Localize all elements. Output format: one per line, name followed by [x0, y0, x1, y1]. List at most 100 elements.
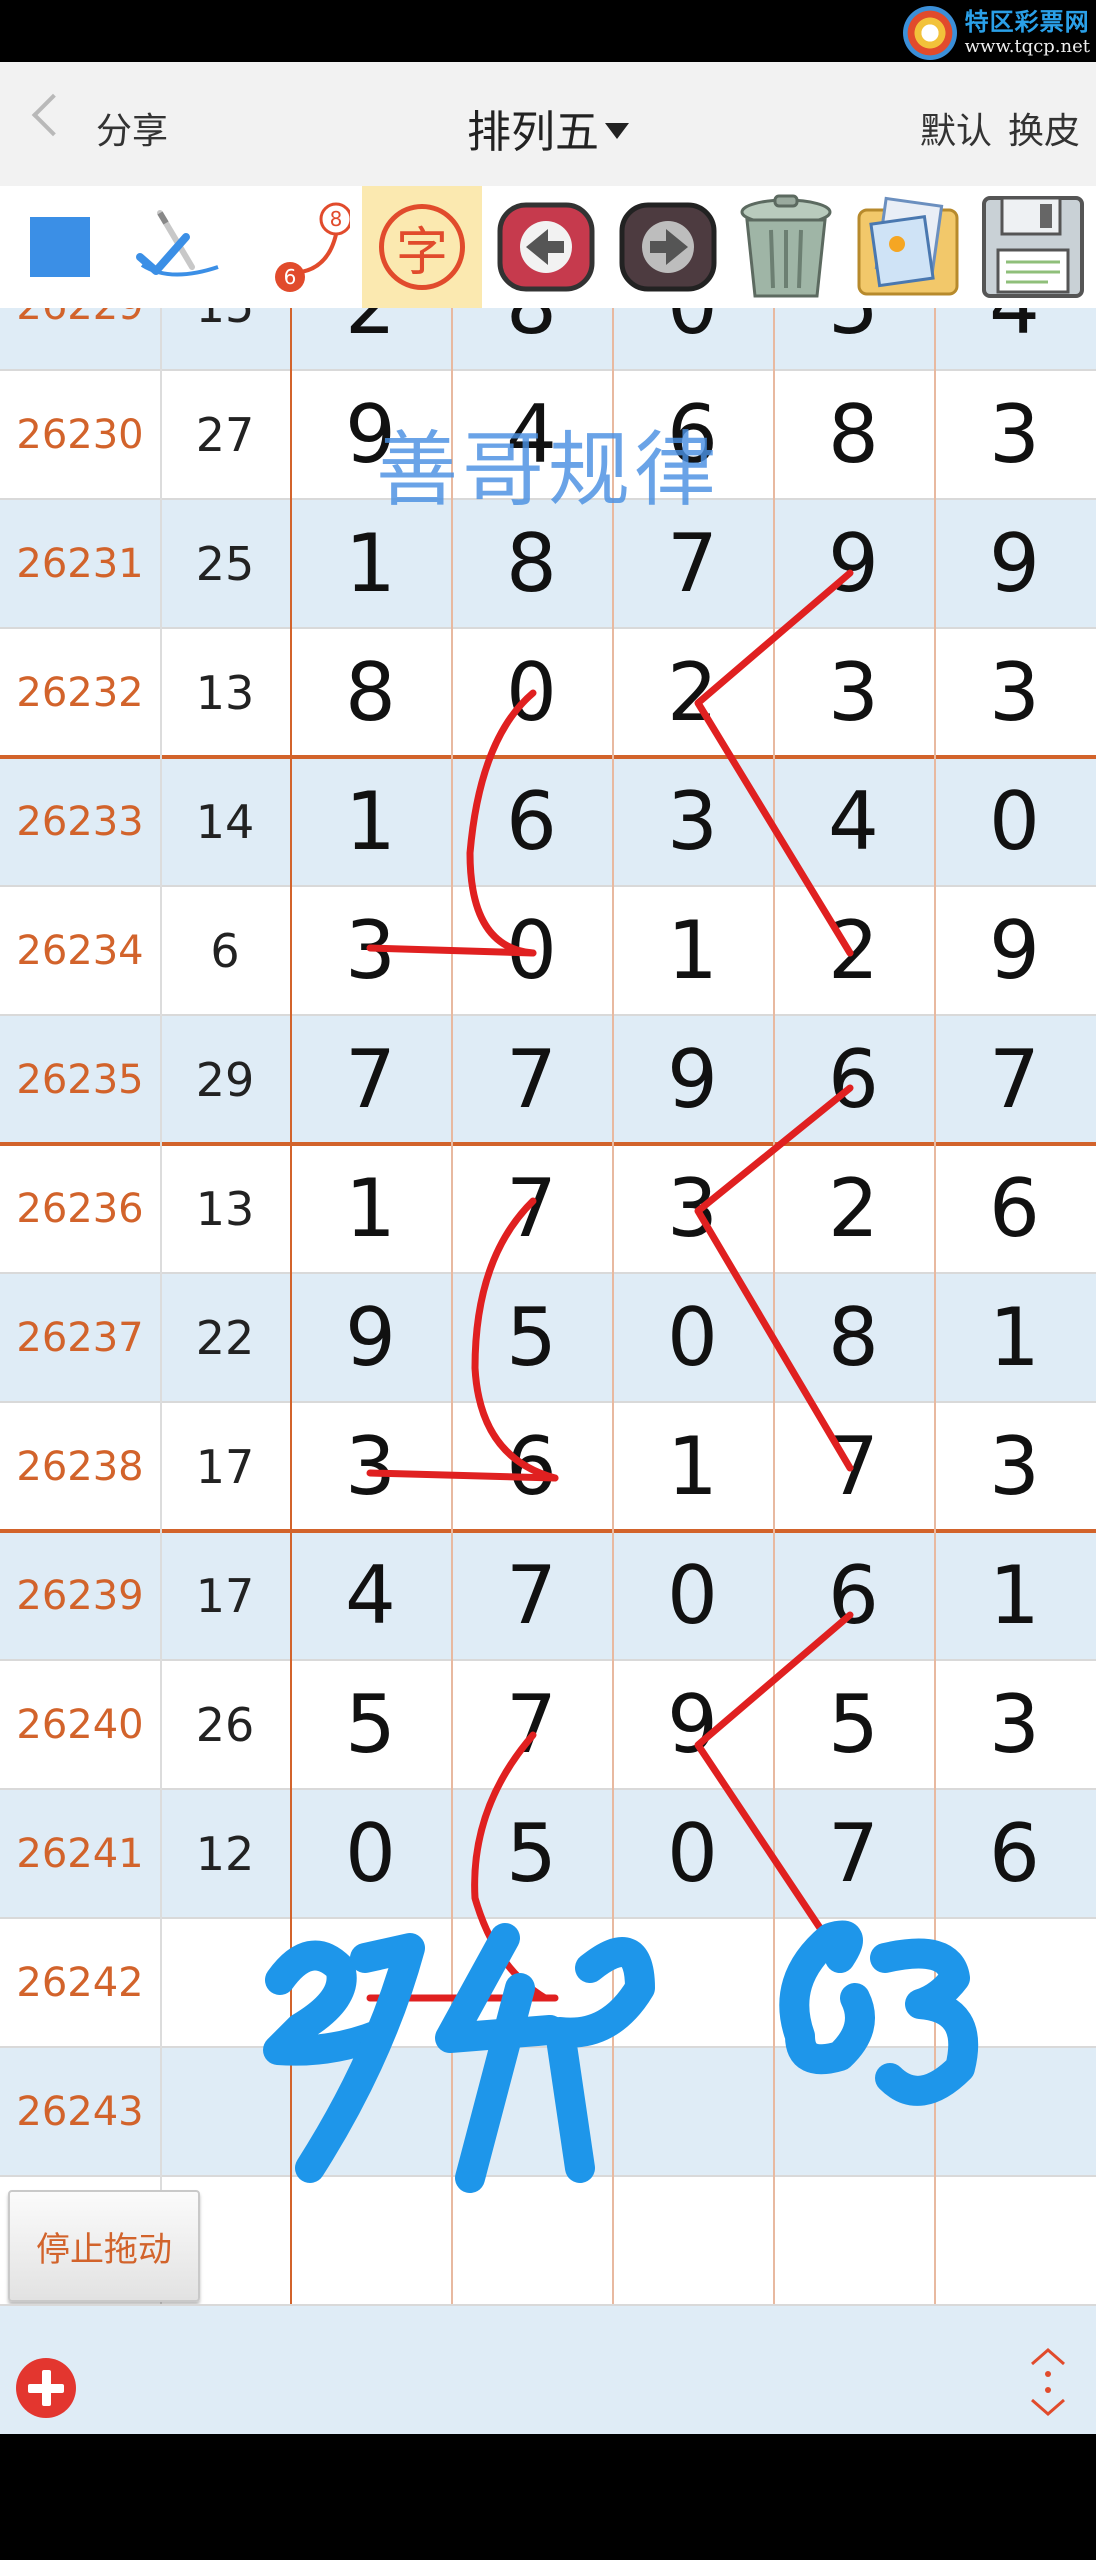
digit-cell[interactable]: 0 — [612, 1531, 773, 1660]
digit-cell[interactable]: 0 — [451, 886, 612, 1015]
group-separator — [0, 755, 1096, 759]
issue-number: 26241 — [16, 1830, 144, 1877]
character-tool[interactable]: 字 — [362, 186, 482, 308]
digit-cell[interactable]: 7 — [773, 1402, 934, 1531]
digit-cell[interactable]: 6 — [451, 1402, 612, 1531]
sum-value — [160, 1918, 290, 2047]
row-divider — [0, 1014, 1096, 1016]
digit-cell[interactable]: 2 — [290, 308, 451, 370]
digit-cell[interactable] — [934, 1918, 1095, 2047]
digit-cell[interactable]: 6 — [773, 1531, 934, 1660]
save-button[interactable] — [970, 186, 1096, 308]
digit-cell[interactable]: 7 — [773, 1789, 934, 1918]
digit-cell[interactable]: 9 — [934, 886, 1095, 1015]
column-divider — [290, 308, 292, 2304]
stop-drag-button[interactable]: 停止拖动 — [8, 2190, 200, 2302]
digit-cell[interactable]: 4 — [934, 308, 1095, 370]
digit-cell[interactable]: 7 — [290, 1015, 451, 1144]
digit-cell[interactable]: 5 — [451, 1273, 612, 1402]
digit-cell[interactable]: 3 — [934, 1660, 1095, 1789]
digit-cell[interactable]: 3 — [290, 1402, 451, 1531]
digit-cell[interactable]: 4 — [773, 757, 934, 886]
digit-cell[interactable]: 1 — [612, 1402, 773, 1531]
digit-cell[interactable]: 3 — [612, 1144, 773, 1273]
add-icon[interactable] — [16, 2358, 76, 2418]
digit-cell[interactable]: 9 — [290, 1273, 451, 1402]
digit-cell[interactable] — [451, 1918, 612, 2047]
sum-value: 22 — [195, 1310, 255, 1365]
issue-number: 26229 — [0, 308, 160, 370]
digit-cell[interactable]: 4 — [290, 1531, 451, 1660]
digit-cell[interactable]: 0 — [612, 308, 773, 370]
digit-cell[interactable]: 9 — [612, 1015, 773, 1144]
digit-cell[interactable] — [290, 2047, 451, 2176]
issue-number: 26235 — [16, 1056, 144, 1103]
digit-cell[interactable]: 7 — [451, 1531, 612, 1660]
change-skin-button[interactable]: 换皮 — [1008, 102, 1080, 154]
digit-cell[interactable]: 9 — [612, 1660, 773, 1789]
draw-chart-grid[interactable]: 2622915280542623027946832623125187992623… — [0, 308, 1096, 2304]
digit-cell[interactable]: 8 — [290, 628, 451, 757]
digit-cell[interactable]: 3 — [612, 757, 773, 886]
digit-cell[interactable]: 6 — [773, 1015, 934, 1144]
digit-cell[interactable]: 3 — [934, 1402, 1095, 1531]
digit-cell[interactable]: 2 — [773, 1144, 934, 1273]
expand-vertical-icon[interactable] — [1026, 2346, 1070, 2418]
digit-cell[interactable]: 0 — [290, 1789, 451, 1918]
svg-text:8: 8 — [330, 207, 343, 231]
route-tool[interactable]: 8 6 — [240, 186, 360, 308]
digit-cell[interactable]: 7 — [451, 1144, 612, 1273]
digit-cell[interactable]: 5 — [773, 308, 934, 370]
digit-cell[interactable]: 6 — [934, 1144, 1095, 1273]
image-button[interactable] — [846, 186, 970, 308]
digit-cell[interactable] — [773, 2047, 934, 2176]
digit-cell[interactable]: 1 — [934, 1273, 1095, 1402]
route-icon: 8 6 — [275, 202, 350, 292]
digit-cell[interactable]: 2 — [773, 886, 934, 1015]
digit-cell[interactable] — [612, 1918, 773, 2047]
digit-cell[interactable]: 1 — [290, 1144, 451, 1273]
digit-cell[interactable] — [612, 2047, 773, 2176]
digit-cell[interactable]: 3 — [773, 628, 934, 757]
color-square-tool[interactable] — [0, 186, 120, 308]
digit-cell[interactable]: 5 — [451, 1789, 612, 1918]
digit-cell[interactable]: 0 — [612, 1789, 773, 1918]
digit-cell[interactable]: 5 — [290, 1660, 451, 1789]
sum-value: 6 — [210, 923, 240, 978]
digit-cell[interactable]: 2 — [612, 628, 773, 757]
digit-cell[interactable] — [934, 2047, 1095, 2176]
digit-cell[interactable]: 5 — [773, 1660, 934, 1789]
digit-cell[interactable] — [290, 1918, 451, 2047]
digit-cell[interactable]: 1 — [290, 757, 451, 886]
digit-cell[interactable]: 0 — [612, 1273, 773, 1402]
undo-button[interactable] — [486, 186, 606, 308]
digit-cell[interactable]: 7 — [451, 1015, 612, 1144]
digit-cell[interactable]: 8 — [773, 1273, 934, 1402]
digit-cell[interactable]: 8 — [451, 308, 612, 370]
digit-cell[interactable]: 6 — [451, 757, 612, 886]
digit-cell[interactable]: 6 — [934, 1789, 1095, 1918]
digit-cell[interactable]: 7 — [934, 1015, 1095, 1144]
row-divider — [0, 627, 1096, 629]
digit-cell[interactable] — [451, 2047, 612, 2176]
digit-cell[interactable]: 1 — [934, 1531, 1095, 1660]
group-separator — [0, 1142, 1096, 1146]
redo-button[interactable] — [608, 186, 728, 308]
digit-cell[interactable]: 3 — [290, 886, 451, 1015]
default-skin-button[interactable]: 默认 — [920, 102, 992, 154]
column-divider — [934, 308, 936, 2304]
issue-number: 26239 — [16, 1572, 144, 1619]
digit-cell[interactable]: 1 — [612, 886, 773, 1015]
digit-cell[interactable]: 0 — [934, 757, 1095, 886]
digit-cell[interactable]: 7 — [451, 1660, 612, 1789]
digit-cell[interactable]: 0 — [451, 628, 612, 757]
dropdown-caret-icon — [605, 123, 629, 139]
undo-icon — [497, 202, 595, 292]
pen-check-icon — [136, 210, 219, 277]
digit-cell[interactable] — [773, 1918, 934, 2047]
pen-tool[interactable] — [120, 186, 240, 308]
issue-number: 26234 — [16, 927, 144, 974]
clear-button[interactable] — [726, 186, 846, 308]
digit-cell[interactable]: 3 — [934, 628, 1095, 757]
lottery-selector[interactable]: 排列五 — [467, 96, 629, 160]
